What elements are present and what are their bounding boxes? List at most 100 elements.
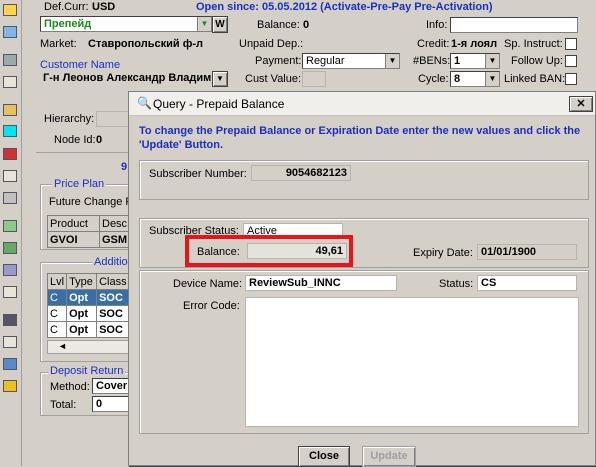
checklist-icon[interactable] — [3, 286, 17, 298]
horizontal-scrollbar[interactable]: ◄ — [47, 340, 129, 354]
calculator-icon[interactable] — [3, 54, 17, 66]
sp-instruct-label: Sp. Instruct: — [504, 38, 563, 50]
bens-select[interactable]: 1 ▼ — [450, 53, 500, 69]
balance-field[interactable]: 49,61 — [247, 243, 347, 259]
cyan-square-icon[interactable] — [3, 125, 17, 137]
subscriber-number-group — [139, 160, 589, 200]
balance-value-main: 0 — [303, 19, 310, 31]
home-icon[interactable] — [3, 4, 17, 16]
method-select[interactable]: Cover — [92, 378, 130, 394]
cell-product: GVOI — [47, 231, 100, 248]
cycle-label: Cycle: — [418, 73, 449, 85]
customer-name-label: Customer Name — [40, 59, 121, 71]
info-field[interactable] — [450, 17, 578, 33]
chevron-down-icon[interactable]: ▼ — [197, 17, 211, 31]
lines-icon[interactable] — [3, 264, 17, 276]
payment-label: Payment: — [255, 55, 302, 67]
save-icon[interactable] — [3, 314, 17, 326]
header-lvl: Lvl — [46, 273, 68, 290]
table-row[interactable]: C Opt SOC — [46, 321, 132, 338]
subscriber-number-value: 9054682123 — [285, 167, 347, 179]
close-icon[interactable]: ✕ — [569, 96, 593, 112]
cycle-select[interactable]: 8 ▼ — [450, 71, 500, 87]
window-icon[interactable] — [3, 358, 17, 370]
instruction-text: To change the Prepaid Balance or Expirat… — [139, 125, 581, 151]
expiry-date-label: Expiry Date: — [413, 247, 473, 259]
exchange-icon[interactable] — [3, 26, 17, 38]
status-value: CS — [481, 277, 497, 289]
info-label: Info: — [426, 19, 448, 31]
device-name-value: ReviewSub_INNC — [249, 277, 341, 289]
device-name-field[interactable]: ReviewSub_INNC — [245, 275, 397, 291]
close-button[interactable]: Close — [298, 446, 350, 467]
error-code-label: Error Code: — [183, 300, 240, 312]
customer-name-select[interactable]: Г-н Леонов Александр Владим — [40, 71, 212, 87]
node-id-value: 0 — [96, 134, 103, 146]
scroll-left-icon[interactable]: ◄ — [58, 341, 67, 351]
puzzle-icon[interactable] — [3, 380, 17, 392]
table-row[interactable]: GVOI GSM — [47, 231, 131, 248]
cell-type: Opt — [66, 305, 98, 322]
left-toolbar — [0, 0, 22, 466]
chevron-down-icon[interactable]: ▼ — [485, 72, 499, 86]
cell-desc: GSM — [98, 231, 131, 248]
subscriber-number-label: Subscriber Number: — [149, 168, 247, 180]
table-header-row: Lvl Type Class — [46, 273, 132, 290]
device-name-label: Device Name: — [173, 278, 243, 290]
def-curr-label: Def.Curr: — [44, 1, 89, 13]
dialog-title-bar[interactable]: 🔍 Query - Prepaid Balance ✕ — [129, 92, 595, 116]
network-icon[interactable] — [3, 336, 17, 348]
method-value: Cover — [96, 380, 128, 392]
expiry-date-value: 01/01/1900 — [481, 246, 537, 258]
balance-label-main: Balance: — [257, 19, 300, 31]
method-label: Method: — [50, 381, 90, 393]
payment-select[interactable]: Regular ▼ — [302, 53, 400, 69]
cell-type: Opt — [66, 321, 98, 338]
status-label: Status: — [439, 278, 474, 290]
deposit-legend: Deposit Return — [48, 365, 126, 377]
w-button[interactable]: W — [212, 16, 228, 33]
balance-label: Balance: — [197, 246, 240, 258]
status-field[interactable]: CS — [477, 275, 577, 291]
clipboard-icon[interactable] — [3, 170, 17, 182]
book-icon[interactable] — [3, 104, 17, 116]
sp-instruct-checkbox[interactable] — [565, 38, 577, 50]
chevron-down-icon[interactable]: ▼ — [485, 54, 499, 68]
partial-number: 9 — [121, 161, 128, 173]
table-row[interactable]: C Opt SOC — [46, 305, 132, 322]
node-id-label: Node Id: — [54, 134, 96, 146]
document-icon[interactable] — [3, 220, 17, 232]
cell-class: SOC — [96, 289, 132, 306]
dialog-title: Query - Prepaid Balance — [153, 97, 285, 111]
error-code-textarea[interactable] — [245, 297, 579, 427]
customer-name-value: Г-н Леонов Александр Владим — [43, 72, 212, 84]
subscriber-number-field: 9054682123 — [251, 165, 351, 181]
update-button[interactable]: Update — [362, 446, 416, 467]
open-since-text: Open since: 05.05.2012 (Activate-Pre-Pay… — [196, 1, 493, 13]
header-class: Class — [96, 273, 132, 290]
list-icon[interactable] — [3, 76, 17, 88]
account-type-select[interactable]: Препейд ▼ — [40, 16, 212, 32]
documents-icon[interactable] — [3, 242, 17, 254]
follow-up-checkbox[interactable] — [565, 55, 577, 67]
cell-lvl: C — [46, 305, 68, 322]
price-plan-table: Product Desc GVOI GSM — [47, 215, 131, 248]
price-plan-legend: Price Plan — [52, 178, 107, 190]
total-field[interactable]: 0 — [92, 396, 130, 412]
cell-class: SOC — [96, 305, 132, 322]
credit-label: Credit: — [417, 38, 450, 50]
cell-lvl: C — [46, 321, 68, 338]
additional-legend: Additio — [92, 256, 130, 268]
header-type: Type — [66, 273, 98, 290]
expiry-date-field[interactable]: 01/01/1900 — [477, 244, 577, 260]
printer-icon[interactable] — [3, 192, 17, 204]
customer-dropdown-button[interactable]: ▼ — [212, 71, 228, 87]
pen-icon[interactable] — [3, 148, 17, 160]
future-change-label: Future Change P — [49, 196, 133, 208]
cell-class: SOC — [96, 321, 132, 338]
linked-ban-checkbox[interactable] — [565, 73, 577, 85]
cust-value-label: Cust Value: — [245, 73, 302, 85]
table-row[interactable]: C Opt SOC — [46, 289, 132, 306]
chevron-down-icon[interactable]: ▼ — [385, 54, 399, 68]
total-value: 0 — [96, 398, 103, 410]
